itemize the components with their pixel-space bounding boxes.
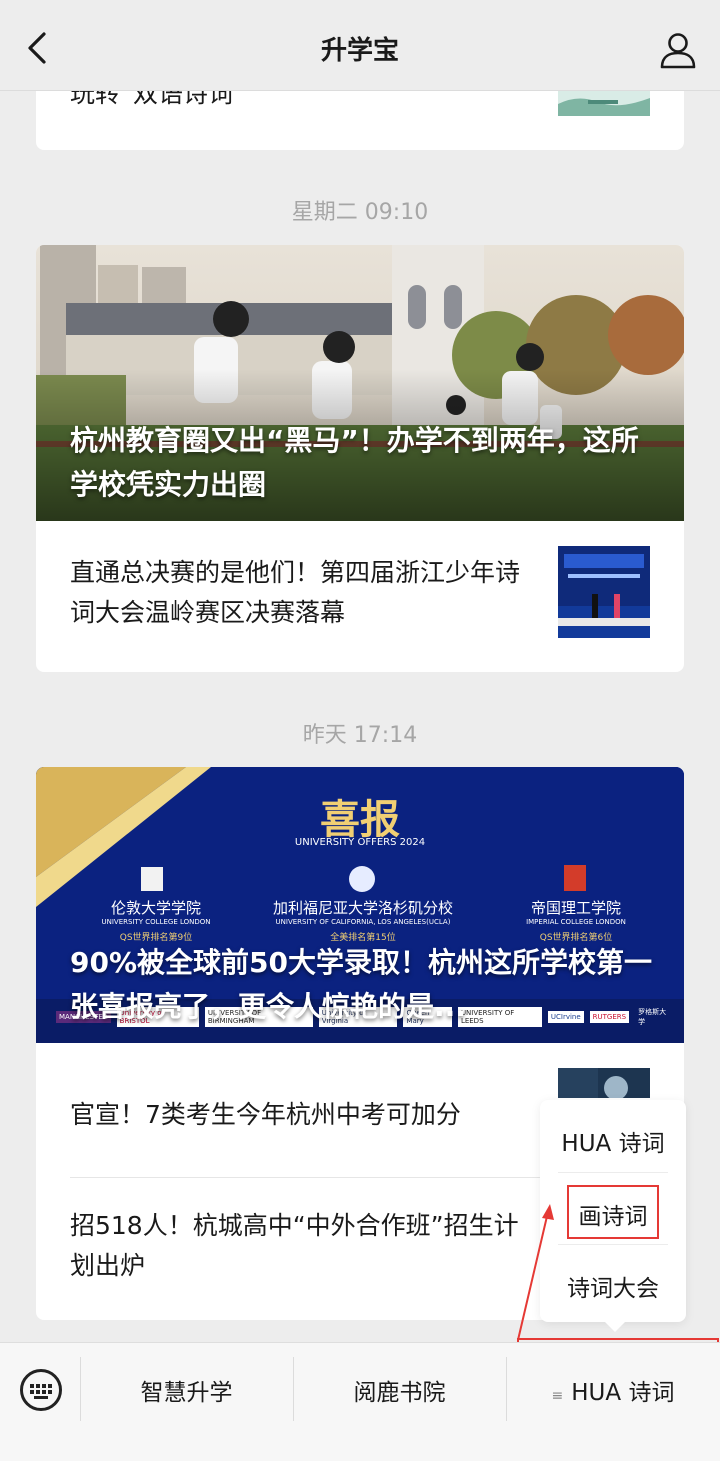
bottom-menu-bar: 智慧升学 阅鹿书院 ≡ HUA 诗词 bbox=[0, 1342, 720, 1461]
nav-header: 升学宝 bbox=[0, 0, 720, 91]
popup-pointer bbox=[605, 1322, 625, 1332]
article-thumbnail bbox=[558, 546, 650, 638]
submenu-divider bbox=[558, 1244, 668, 1245]
menu-item-hua-poetry[interactable]: ≡ HUA 诗词 bbox=[506, 1373, 720, 1407]
menu-item-yuelu-academy[interactable]: 阅鹿书院 bbox=[293, 1373, 506, 1407]
menu-list-icon: ≡ bbox=[551, 1388, 564, 1404]
university-block: 帝国理工学院 IMPERIAL COLLEGE LONDON QS世界排名第6位 bbox=[506, 897, 646, 943]
university-name-cn: 加利福尼亚大学洛杉矶分校 bbox=[272, 899, 453, 917]
keyboard-icon[interactable] bbox=[20, 1369, 62, 1411]
highlight-box-paint-poetry bbox=[567, 1185, 659, 1239]
article-title: 官宣！7类考生今年杭州中考可加分 bbox=[70, 1100, 461, 1129]
article-title: 直通总决赛的是他们！第四届浙江少年诗词大会温岭赛区决赛落幕 bbox=[70, 558, 521, 627]
hero-article-title: 杭州教育圈又出“黑马”！办学不到两年，这所学校凭实力出圈 bbox=[70, 424, 639, 501]
article-title: 招518人！杭城高中“中外合作班”招生计划出炉 bbox=[70, 1211, 519, 1280]
university-name-en: UNIVERSITY COLLEGE LONDON bbox=[101, 918, 211, 926]
message-timestamp: 昨天 17:14 bbox=[302, 723, 418, 748]
university-name-en: UNIVERSITY OF CALIFORNIA, LOS ANGELES(UC… bbox=[275, 918, 451, 926]
university-name-cn: 伦敦大学学院 bbox=[110, 899, 201, 917]
user-profile-icon[interactable] bbox=[658, 30, 698, 70]
university-name-cn: 帝国理工学院 bbox=[530, 899, 621, 917]
university-block: 伦敦大学学院 UNIVERSITY COLLEGE LONDON QS世界排名第… bbox=[86, 897, 226, 943]
university-name-en: IMPERIAL COLLEGE LONDON bbox=[526, 918, 626, 926]
university-block: 加利福尼亚大学洛杉矶分校 UNIVERSITY OF CALIFORNIA, L… bbox=[258, 897, 468, 943]
message-timestamp: 星期二 09:10 bbox=[291, 200, 429, 225]
banner-subtitle: UNIVERSITY OFFERS 2024 bbox=[294, 837, 426, 848]
page-title: 升学宝 bbox=[320, 36, 399, 66]
article-thumbnail bbox=[558, 1068, 650, 1098]
hero-article[interactable]: 喜报 UNIVERSITY OFFERS 2024 伦敦大学学院 UNIVERS… bbox=[36, 767, 684, 1043]
annotation-arrow bbox=[517, 1204, 554, 1341]
article-group-card: 杭州教育圈又出“黑马”！办学不到两年，这所学校凭实力出圈 直通总决赛的是他们！第… bbox=[36, 245, 684, 672]
menu-item-smart-admission[interactable]: 智慧升学 bbox=[80, 1373, 293, 1407]
hero-article[interactable]: 杭州教育圈又出“黑马”！办学不到两年，这所学校凭实力出圈 bbox=[36, 245, 684, 521]
menu-item-label: HUA 诗词 bbox=[571, 1380, 675, 1406]
submenu-divider bbox=[558, 1172, 668, 1173]
submenu-item-poetry-contest[interactable]: 诗词大会 bbox=[540, 1269, 686, 1303]
list-item[interactable]: 直通总决赛的是他们！第四届浙江少年诗词大会温岭赛区决赛落幕 bbox=[36, 521, 684, 672]
hero-article-title: 90%被全球前50大学录取！杭州这所学校第一张喜报亮了，更令人惊艳的是... bbox=[70, 946, 652, 1023]
submenu-item-hua-poetry[interactable]: HUA 诗词 bbox=[540, 1124, 686, 1158]
